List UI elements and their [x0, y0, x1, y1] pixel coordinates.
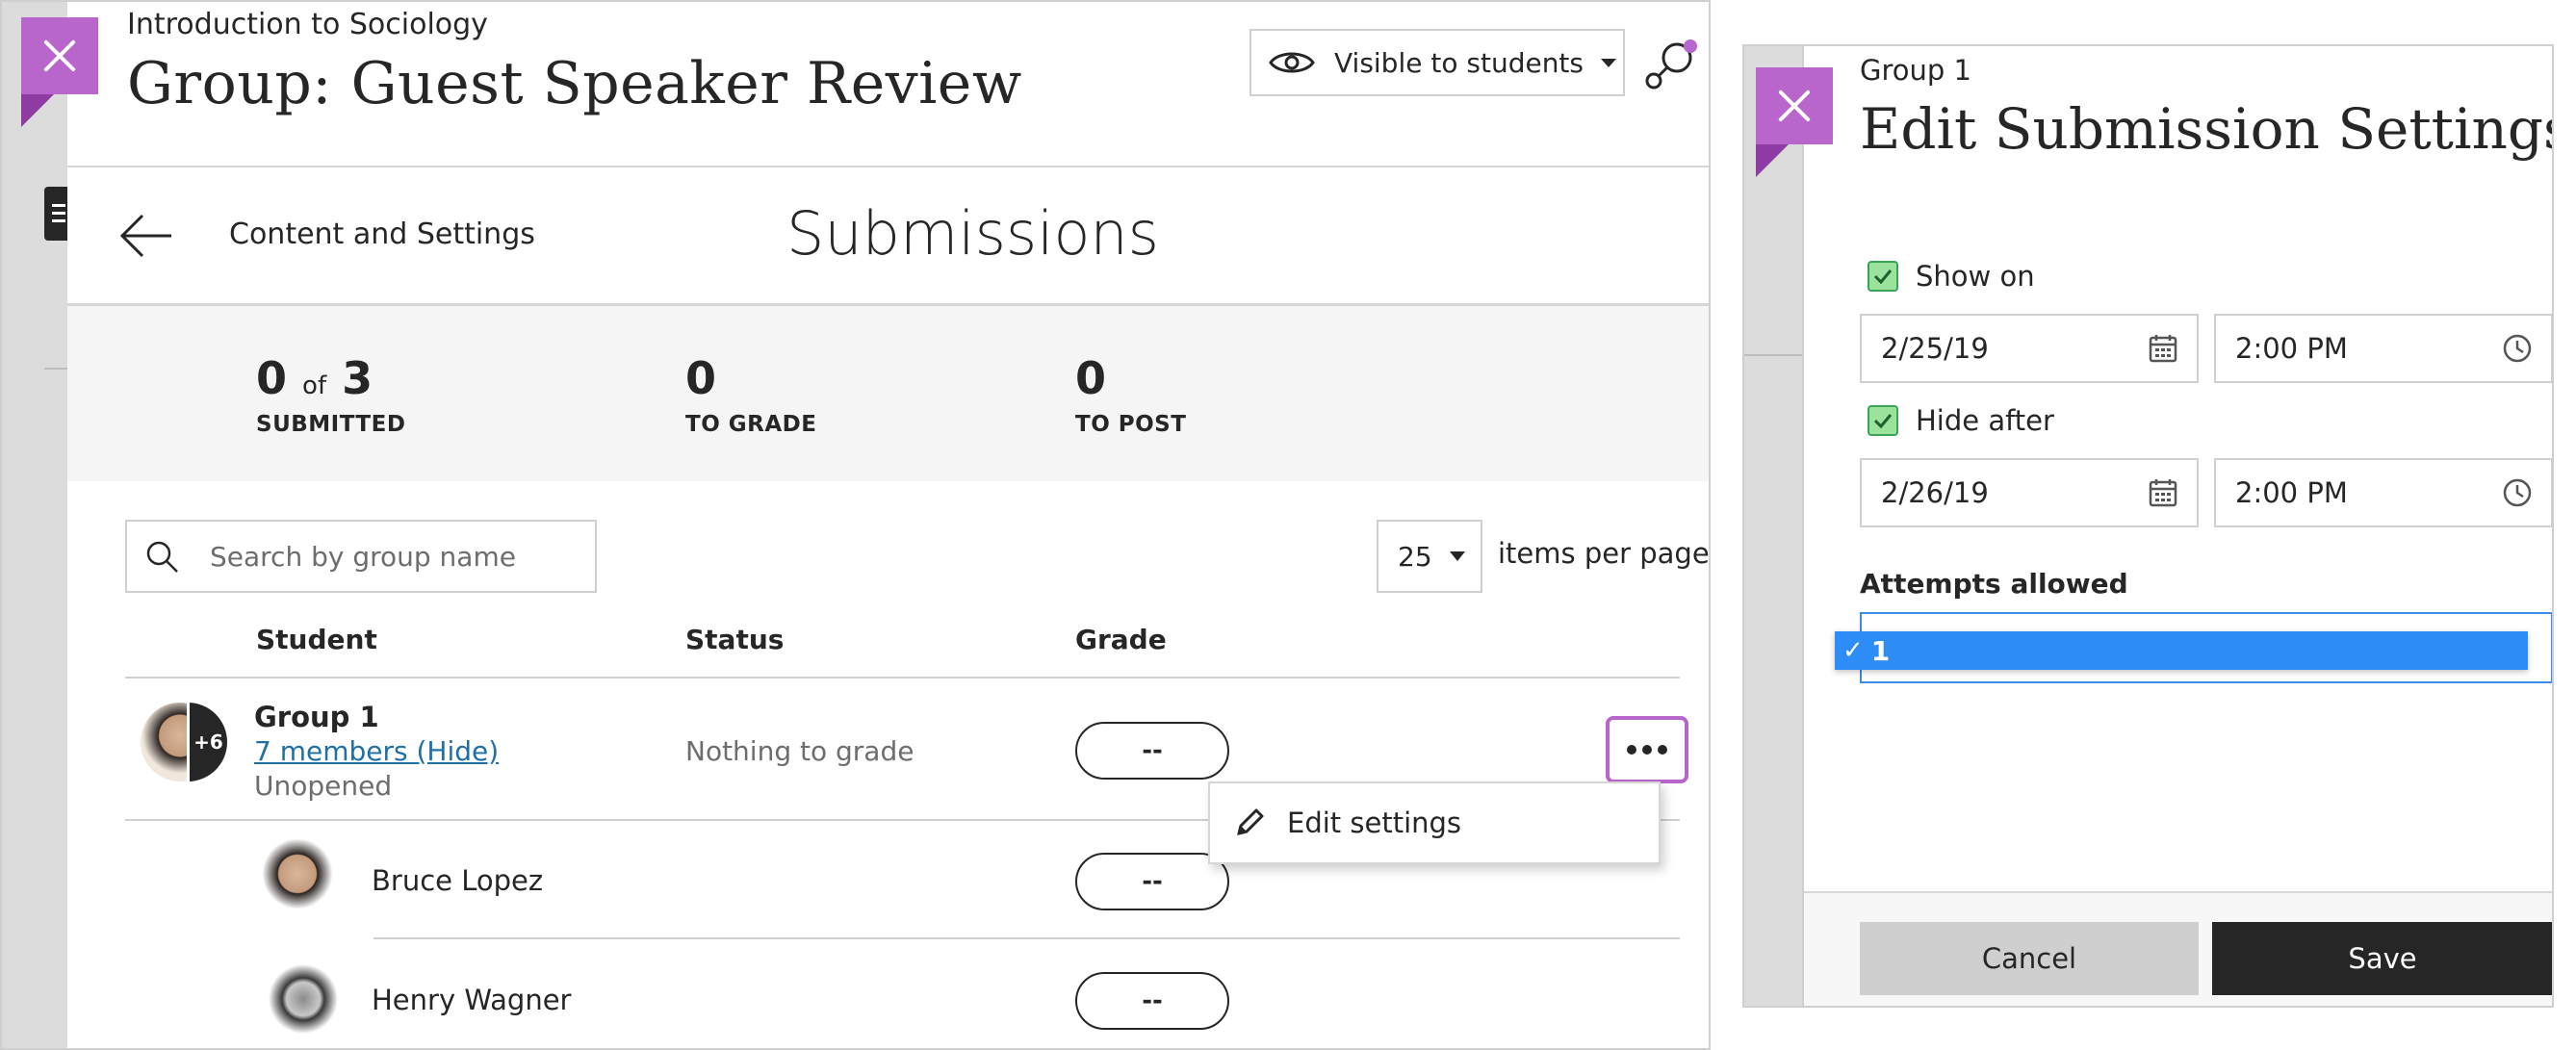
submissions-subnav: Content and Settings Submissions [67, 167, 1709, 306]
back-arrow-icon[interactable] [119, 212, 173, 260]
clock-icon[interactable] [2501, 476, 2534, 509]
hide-after-label: Hide after [1916, 404, 2054, 437]
attempts-option-value: 1 [1870, 634, 1891, 667]
course-name: Introduction to Sociology [127, 8, 488, 41]
hide-after-date-field[interactable]: 2/26/19 [1860, 458, 2199, 527]
members-toggle-link[interactable]: 7 members (Hide) [254, 735, 499, 767]
dialog-footer: Cancel Save [1804, 891, 2552, 1006]
per-page-label: items per page [1498, 537, 1710, 570]
group-name: Group 1 [254, 701, 379, 733]
checkmark-icon [1873, 269, 1893, 285]
items-per-page-select[interactable]: 25 [1377, 520, 1482, 593]
conversation-icon[interactable] [1642, 37, 1698, 92]
panel-header: Introduction to Sociology Group: Guest S… [67, 2, 1709, 167]
search-input[interactable] [210, 540, 576, 573]
chevron-down-icon [1601, 58, 1616, 67]
back-to-content-link[interactable]: Content and Settings [229, 218, 535, 251]
background-menu-icon [44, 187, 69, 241]
calendar-icon[interactable] [2147, 332, 2179, 365]
pencil-icon [1237, 808, 1264, 835]
member-grade-pill[interactable]: -- [1075, 853, 1229, 910]
clock-icon[interactable] [2501, 332, 2534, 365]
hide-after-time: 2:00 PM [2235, 476, 2348, 509]
dialog-title: Edit Submission Settings [1860, 96, 2554, 162]
member-name: Henry Wagner [372, 984, 572, 1016]
edit-submission-settings-window: Group 1 Edit Submission Settings Show on… [1742, 44, 2554, 1008]
row-divider [374, 937, 1680, 939]
submissions-window: Introduction to Sociology Group: Guest S… [0, 0, 1711, 1050]
dialog-group-name: Group 1 [1860, 54, 1971, 87]
group-avatar-extra: +6 [187, 703, 227, 781]
avatar [264, 960, 343, 1038]
ellipsis-dot [1642, 745, 1652, 755]
stat-submitted: 0 of 3 SUBMITTED [256, 356, 405, 437]
per-page-value: 25 [1398, 540, 1432, 573]
search-icon [146, 541, 178, 573]
member-name: Bruce Lopez [372, 864, 544, 897]
column-status[interactable]: Status [685, 624, 784, 655]
avatar [258, 838, 337, 917]
submission-stats: 0 of 3 SUBMITTED 0 TO GRADE 0 TO POST [67, 306, 1709, 481]
close-icon [1775, 87, 1814, 125]
show-on-checkbox-row[interactable]: Show on [1868, 260, 2035, 293]
submissions-panel: Introduction to Sociology Group: Guest S… [67, 2, 1710, 1048]
submitted-total: 3 [342, 352, 374, 404]
table-divider [125, 677, 1680, 679]
close-dialog-button[interactable] [1756, 67, 1833, 144]
attempts-label: Attempts allowed [1860, 568, 2128, 600]
section-title: Submissions [786, 198, 1159, 269]
background-divider [44, 368, 67, 370]
show-on-time: 2:00 PM [2235, 332, 2348, 365]
group-state: Unopened [254, 770, 393, 802]
search-box[interactable] [125, 520, 597, 593]
attempts-option-selected[interactable]: ✓ 1 [1835, 631, 2528, 670]
stat-to-grade: 0 TO GRADE [685, 356, 816, 437]
background-divider [1744, 354, 1802, 356]
submitted-label: SUBMITTED [256, 412, 406, 437]
save-button[interactable]: Save [2212, 922, 2552, 995]
show-on-date: 2/25/19 [1881, 332, 1989, 365]
eye-icon [1269, 52, 1315, 73]
checkmark-icon [1873, 414, 1893, 429]
cancel-button[interactable]: Cancel [1860, 922, 2199, 995]
chevron-down-icon [1449, 551, 1465, 561]
close-icon [40, 37, 79, 75]
calendar-icon[interactable] [2147, 476, 2179, 509]
column-student[interactable]: Student [256, 624, 377, 655]
to-grade-label: TO GRADE [685, 412, 817, 437]
show-on-date-field[interactable]: 2/25/19 [1860, 314, 2199, 383]
hide-after-date: 2/26/19 [1881, 476, 1989, 509]
page-title: Group: Guest Speaker Review [127, 50, 1022, 117]
ellipsis-icon [1627, 745, 1636, 755]
more-options-button[interactable] [1606, 716, 1688, 783]
member-grade-pill[interactable]: -- [1075, 972, 1229, 1030]
submitted-of: of [302, 371, 327, 400]
show-on-label: Show on [1916, 260, 2035, 293]
to-post-label: TO POST [1075, 412, 1187, 437]
visibility-dropdown[interactable]: Visible to students [1249, 29, 1625, 96]
ellipsis-dot [1658, 745, 1667, 755]
group-grade-pill[interactable]: -- [1075, 722, 1229, 780]
to-grade-count: 0 [685, 352, 717, 404]
visibility-label: Visible to students [1334, 46, 1584, 79]
background-strip [2, 2, 67, 1048]
checkmark-icon: ✓ [1842, 636, 1864, 665]
show-on-time-field[interactable]: 2:00 PM [2214, 314, 2552, 383]
settings-panel: Group 1 Edit Submission Settings Show on… [1802, 46, 2554, 1006]
context-menu-edit-settings[interactable]: Edit settings [1208, 781, 1661, 864]
close-panel-button[interactable] [21, 17, 98, 94]
submitted-count: 0 [256, 352, 288, 404]
column-grade[interactable]: Grade [1075, 624, 1167, 655]
hide-after-checkbox[interactable] [1868, 405, 1898, 436]
hide-after-time-field[interactable]: 2:00 PM [2214, 458, 2552, 527]
group-status: Nothing to grade [685, 735, 914, 767]
edit-settings-label: Edit settings [1287, 807, 1462, 839]
show-on-checkbox[interactable] [1868, 261, 1898, 292]
to-post-count: 0 [1075, 352, 1107, 404]
hide-after-checkbox-row[interactable]: Hide after [1868, 404, 2054, 437]
stat-to-post: 0 TO POST [1075, 356, 1186, 437]
group-avatar: +6 [141, 703, 229, 781]
background-strip [1744, 46, 1802, 1006]
